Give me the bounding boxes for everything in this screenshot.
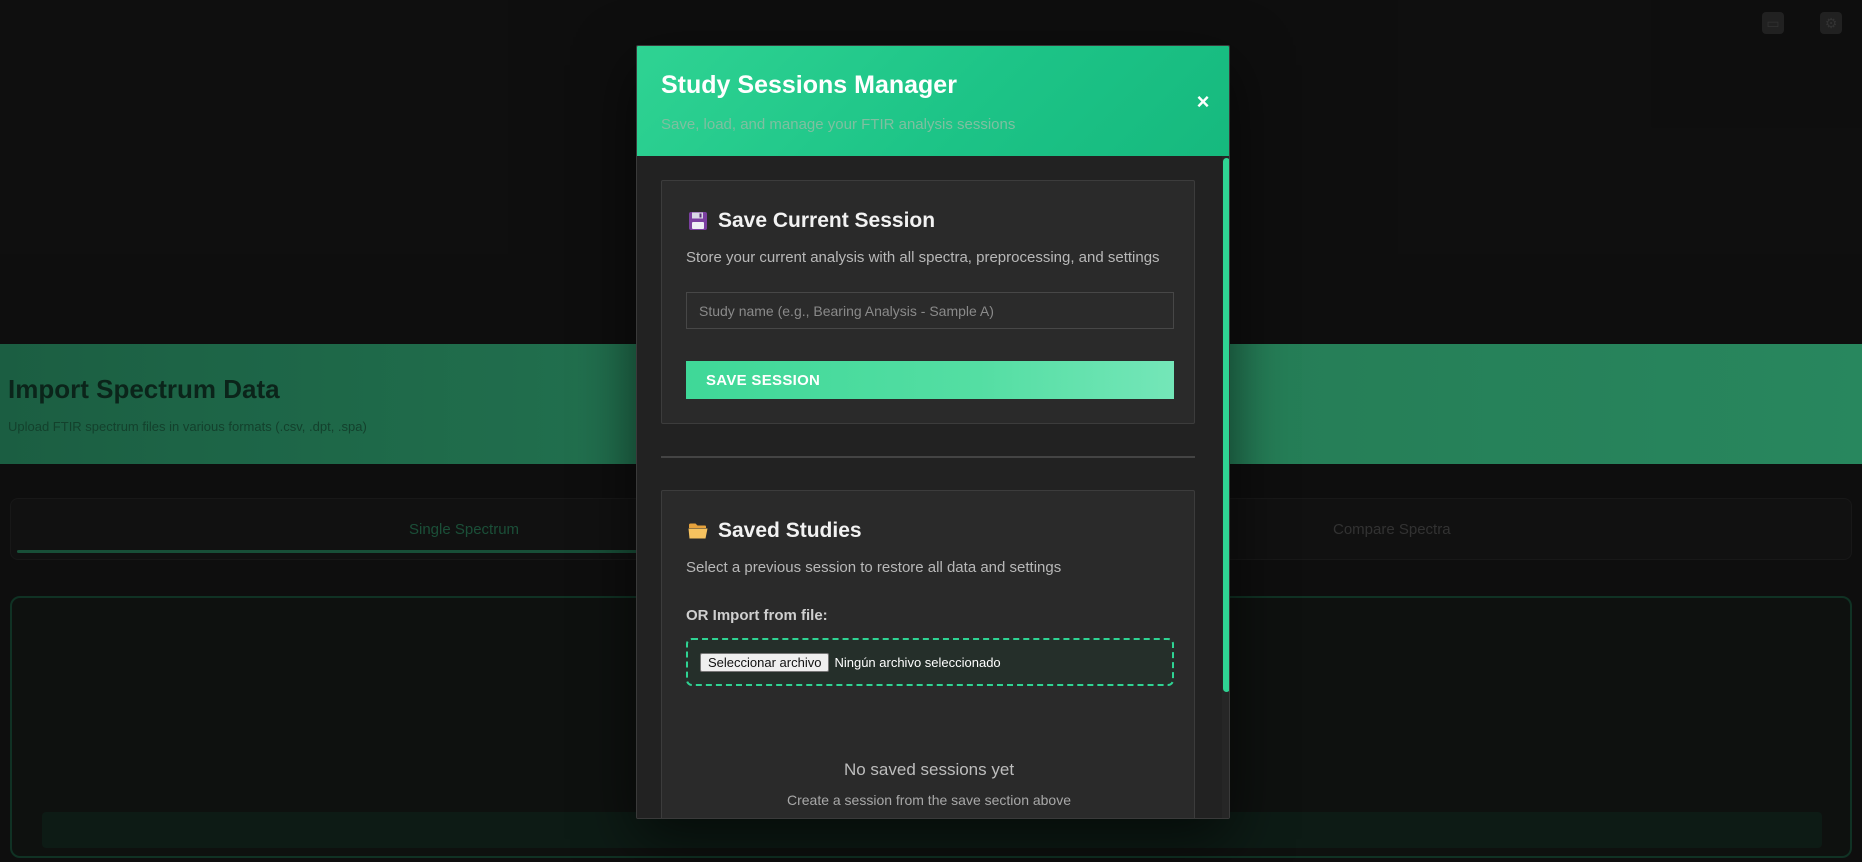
empty-state-title: No saved sessions yet xyxy=(843,760,1015,779)
modal-body: Save Current Session Store your current … xyxy=(637,156,1229,818)
save-session-button[interactable]: SAVE SESSION xyxy=(686,361,1174,399)
scrollbar-thumb[interactable] xyxy=(1223,158,1229,692)
save-session-card: Save Current Session Store your current … xyxy=(661,180,1195,424)
import-from-file-label: OR Import from file: xyxy=(686,607,828,624)
empty-state-subtitle: Create a session from the save section a… xyxy=(786,792,1072,808)
folder-icon xyxy=(686,519,710,543)
saved-studies-heading: Saved Studies xyxy=(686,519,862,543)
saved-studies-title: Saved Studies xyxy=(718,519,862,542)
floppy-disk-icon xyxy=(686,209,710,233)
modal-subtitle: Save, load, and manage your FTIR analysi… xyxy=(661,116,1016,133)
file-status-text: Ningún archivo seleccionado xyxy=(834,654,1001,670)
close-icon[interactable]: × xyxy=(1189,88,1217,116)
save-session-description: Store your current analysis with all spe… xyxy=(686,249,1160,266)
study-name-input[interactable] xyxy=(686,292,1174,329)
choose-file-button[interactable]: Seleccionar archivo xyxy=(700,652,830,672)
save-session-heading: Save Current Session xyxy=(686,209,935,233)
modal-title: Study Sessions Manager xyxy=(661,71,957,99)
modal-header: Study Sessions Manager Save, load, and m… xyxy=(637,46,1229,156)
file-import-zone[interactable]: Seleccionar archivo Ningún archivo selec… xyxy=(686,638,1174,686)
study-sessions-modal: Study Sessions Manager Save, load, and m… xyxy=(636,45,1230,819)
saved-studies-description: Select a previous session to restore all… xyxy=(686,559,1062,576)
save-session-title: Save Current Session xyxy=(718,209,936,232)
saved-studies-card: Saved Studies Select a previous session … xyxy=(661,490,1195,818)
section-divider xyxy=(661,456,1195,458)
